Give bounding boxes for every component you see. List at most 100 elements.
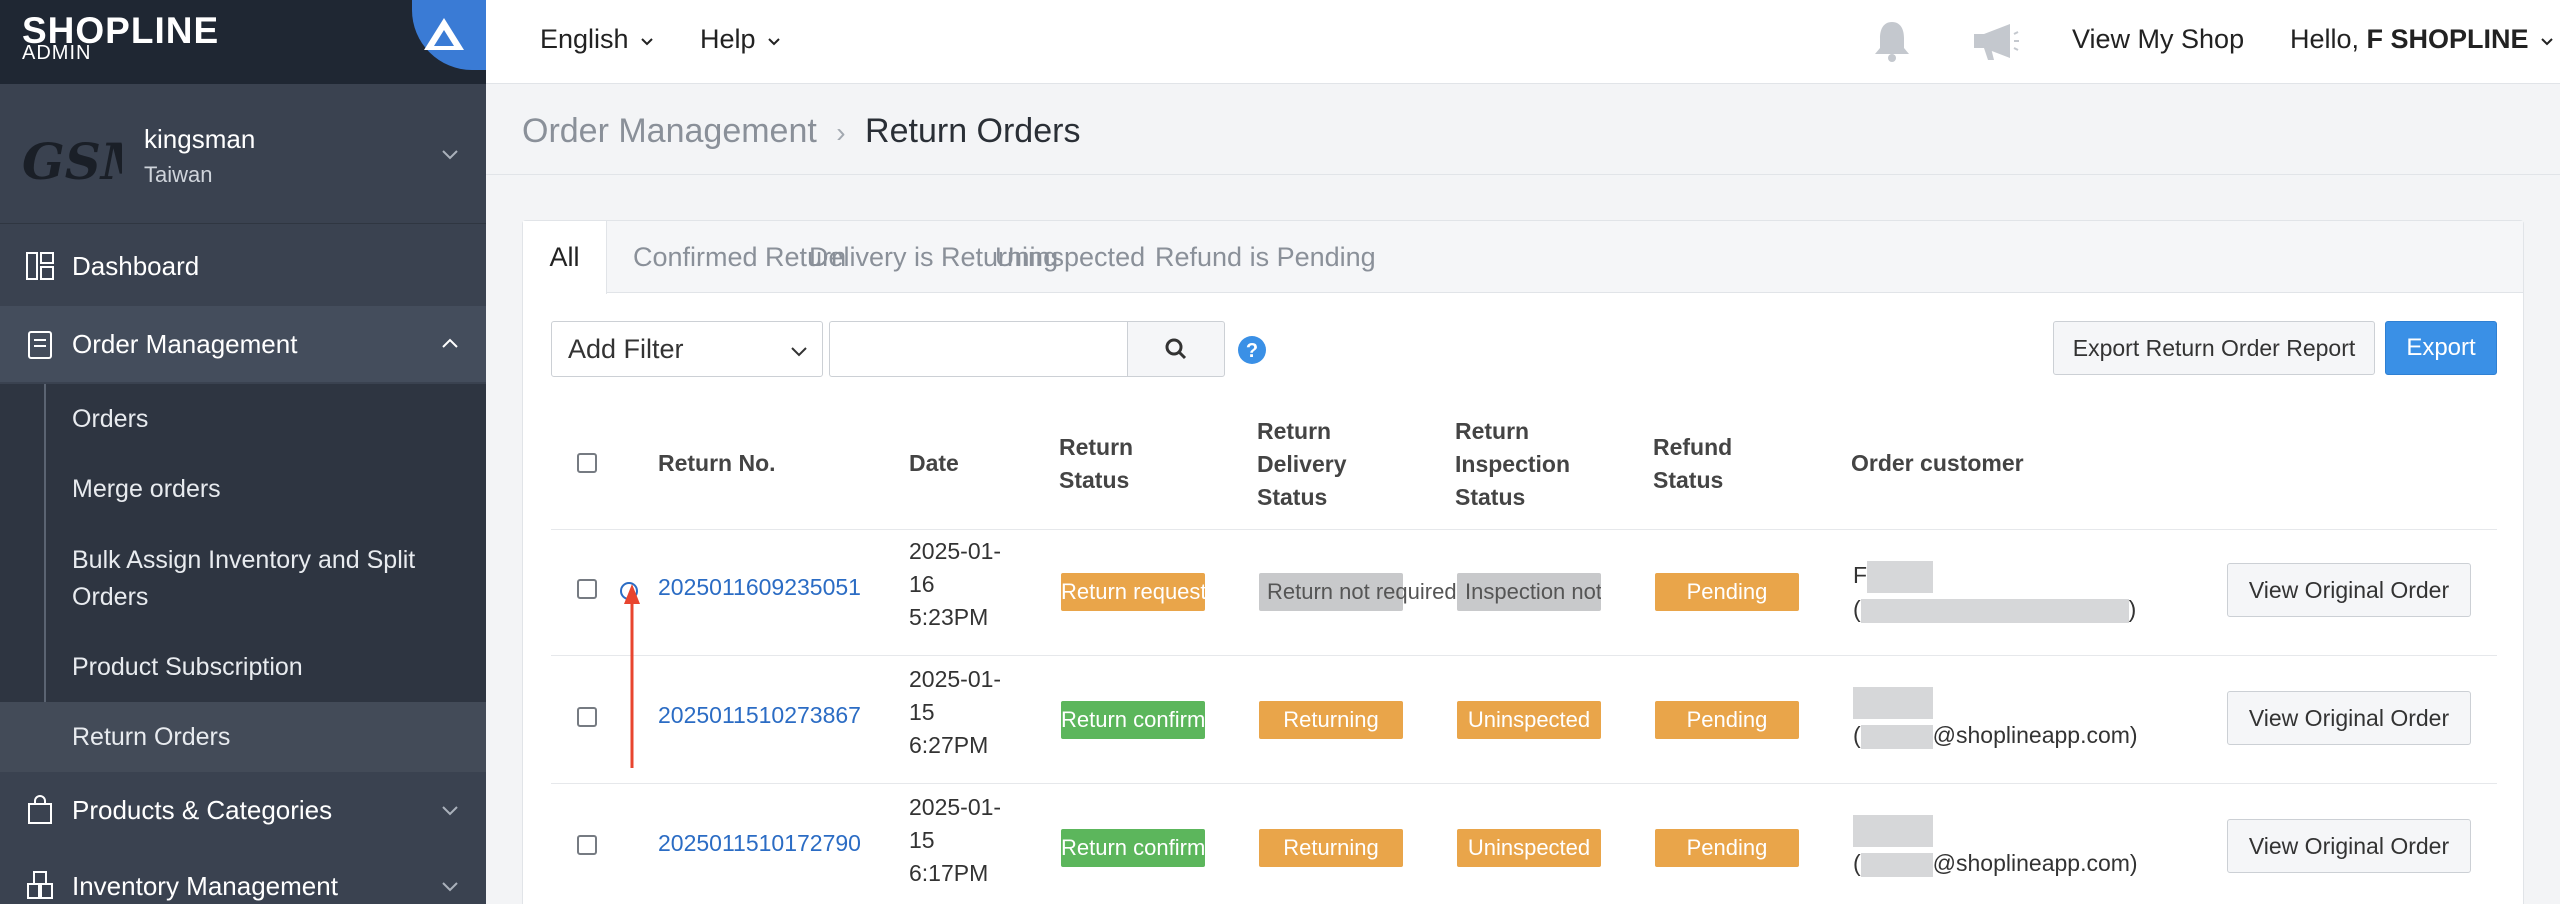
tab-refund-pending[interactable]: Refund is Pending (1155, 221, 1376, 293)
sidebar-item-bulk-assign[interactable]: Bulk Assign Inventory and Split Orders (0, 528, 486, 632)
row-divider (551, 655, 2497, 656)
add-filter-select[interactable]: Add Filter (551, 321, 823, 377)
sidebar-item-return-orders[interactable]: Return Orders (0, 702, 486, 772)
export-button[interactable]: Export (2385, 321, 2497, 375)
sidebar-item-order-management[interactable]: Order Management (0, 306, 486, 382)
customer-name-text: F (1853, 562, 1868, 588)
row-checkbox[interactable] (577, 835, 597, 855)
sidebar-item-label: Products & Categories (72, 794, 333, 825)
sidebar-item-label: Bulk Assign Inventory and Split (72, 546, 416, 574)
header-line: Return (1257, 418, 1332, 444)
date-line: 6:27PM (909, 732, 989, 758)
view-original-order-button[interactable]: View Original Order (2227, 563, 2471, 617)
header-line: Return (1059, 434, 1134, 460)
header-line: Status (1455, 484, 1526, 510)
header-date: Date (909, 450, 959, 476)
help-icon[interactable]: ? (1237, 335, 1267, 365)
inventory-icon (27, 871, 53, 899)
user-menu[interactable]: Hello, F SHOPLINE (2290, 24, 2554, 55)
return-number-link[interactable]: 2025011510172790 (658, 827, 861, 860)
export-return-report-button[interactable]: Export Return Order Report (2053, 321, 2375, 375)
search-button[interactable] (1127, 321, 1225, 377)
logo-bar: SHOPLINE ADMIN (0, 0, 486, 84)
store-name: kingsman (144, 124, 256, 154)
sidebar: SHOPLINE ADMIN GSM kingsman Taiwan Dashb… (0, 0, 486, 904)
tab-all[interactable]: All (523, 221, 607, 294)
header-return-no: Return No. (658, 450, 776, 476)
customer-email-text: @shoplineapp.com) (1932, 849, 2138, 876)
date-line: 2025-01- (909, 666, 1002, 692)
customer-name (1853, 813, 2138, 847)
chevron-down-icon (442, 806, 458, 816)
header-line: Return (1455, 418, 1530, 444)
customer-email-text: @shoplineapp.com) (1932, 721, 2138, 748)
header-return-delivery-status: Return Delivery Status (1257, 415, 1347, 514)
return-date: 2025-01- 16 5:23PM (909, 535, 1001, 634)
date-line: 16 (909, 571, 935, 597)
customer-info: (@shoplineapp.com) (1853, 685, 2138, 752)
inspection-status-badge: Uninspected (1457, 701, 1601, 739)
chevron-down-icon (768, 38, 780, 46)
sidebar-item-merge-orders[interactable]: Merge orders (0, 454, 486, 524)
sidebar-item-product-subscription[interactable]: Product Subscription (0, 632, 486, 702)
sidebar-item-products[interactable]: Products & Categories (0, 772, 486, 848)
view-original-order-button[interactable]: View Original Order (2227, 819, 2471, 873)
row-checkbox[interactable] (577, 579, 597, 599)
customer-email: (@shoplineapp.com) (1853, 721, 2138, 749)
chevron-down-icon (442, 882, 458, 892)
header-refund-status: Refund Status (1653, 431, 1732, 497)
return-number-link[interactable]: 2025011609235051 (658, 571, 861, 604)
redacted-block (1860, 724, 1933, 749)
sidebar-item-label: Orders (72, 583, 149, 611)
customer-info: (@shoplineapp.com) (1853, 813, 2138, 880)
return-status-badge: Return confirmed (1061, 701, 1205, 739)
order-management-submenu: Orders Merge orders Bulk Assign Inventor… (0, 384, 486, 772)
date-line: 5:23PM (909, 604, 989, 630)
redacted-block (1860, 852, 1933, 877)
sidebar-item-label: Orders (72, 405, 149, 433)
delivery-status-badge: Return not required (1259, 573, 1457, 611)
row-divider (551, 783, 2497, 784)
search-input[interactable] (829, 321, 1127, 377)
select-all-checkbox[interactable] (577, 453, 597, 473)
shopline-badge-icon[interactable] (412, 0, 486, 70)
bell-icon[interactable] (1870, 18, 1914, 64)
view-original-order-button[interactable]: View Original Order (2227, 691, 2471, 745)
status-tabs: All Confirmed Return Delivery is Returni… (523, 221, 2523, 294)
header-line: Inspection (1455, 451, 1571, 477)
filter-label: Add Filter (568, 334, 684, 364)
return-orders-panel: All Confirmed Return Delivery is Returni… (522, 220, 2524, 904)
admin-label: ADMIN (22, 42, 92, 64)
breadcrumb: Order Management › Return Orders (522, 112, 1080, 151)
return-number-link[interactable]: 2025011510273867 (658, 699, 861, 732)
help-dropdown[interactable]: Help (700, 24, 781, 55)
redacted-block (1853, 814, 1933, 847)
chevron-down-icon (641, 38, 653, 46)
refund-status-badge: Pending (1655, 573, 1799, 611)
return-status-badge: Return requested (1061, 573, 1205, 611)
row-checkbox[interactable] (577, 707, 597, 727)
top-bar: English Help View My Shop Hello, F SHOPL… (486, 0, 2560, 84)
sidebar-item-label: Product Subscription (72, 653, 303, 681)
date-line: 2025-01- (909, 538, 1002, 564)
tab-uninspected[interactable]: Uninspected (995, 221, 1145, 293)
header-line: Delivery (1257, 451, 1347, 477)
megaphone-icon[interactable] (1970, 20, 2020, 64)
return-date: 2025-01- 15 6:17PM (909, 791, 1001, 890)
annotation-arrow-icon (624, 584, 640, 768)
sidebar-item-dashboard[interactable]: Dashboard (0, 228, 486, 304)
dashboard-icon (26, 252, 54, 280)
customer-email: (@shoplineapp.com) (1853, 849, 2138, 877)
chevron-down-icon (2541, 38, 2553, 46)
store-switcher[interactable]: GSM kingsman Taiwan (0, 84, 486, 224)
language-dropdown[interactable]: English (540, 24, 654, 55)
date-line: 2025-01- (909, 794, 1002, 820)
sidebar-item-orders[interactable]: Orders (0, 384, 486, 454)
sidebar-item-inventory[interactable]: Inventory Management (0, 848, 486, 904)
view-my-shop-link[interactable]: View My Shop (2072, 24, 2244, 55)
breadcrumb-parent[interactable]: Order Management (522, 112, 817, 150)
return-date: 2025-01- 15 6:27PM (909, 663, 1001, 762)
inspection-status-badge: Uninspected (1457, 829, 1601, 867)
customer-email: () (1853, 595, 2137, 623)
header-line: Status (1059, 467, 1130, 493)
